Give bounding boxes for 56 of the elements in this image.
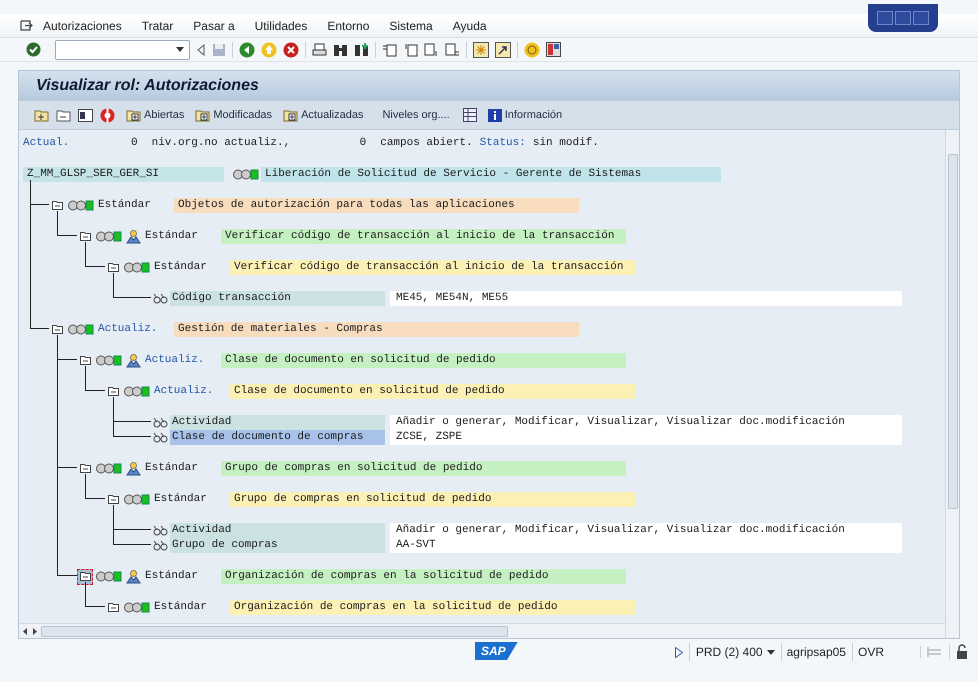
- field-value: Añadir o generar, Modificar, Visualizar, Visualizar doc.modificación: [390, 415, 902, 430]
- field-value: ME45, ME54N, ME55: [390, 291, 902, 306]
- object-description: Verificar código de transacción al inicio de la transacción: [230, 260, 635, 275]
- status-label: Status:: [480, 136, 526, 152]
- status-text: Estándar: [145, 229, 199, 244]
- object-description: Objetos de autorización para todas las aplicaciones: [174, 198, 579, 213]
- field-value: Añadir o generar, Modificar, Visualizar, Visualizar doc.modificación: [390, 523, 902, 538]
- input-mode: OVR: [852, 643, 884, 661]
- sap-logo: SAP: [475, 642, 518, 660]
- status-text: Actualiz.: [145, 353, 206, 368]
- toolbar-button[interactable]: Modificadas: [195, 106, 272, 124]
- status-text: sin modif.: [532, 136, 599, 152]
- status-text: Actualiz.: [98, 322, 158, 338]
- menu-item[interactable]: Pasar a: [193, 16, 235, 34]
- status-text: Estándar: [98, 198, 152, 214]
- status-text: Estándar: [154, 600, 208, 616]
- field-name: Actividad: [170, 415, 385, 430]
- screen-title: Visualizar rol: Autorizaciones: [36, 76, 259, 96]
- object-description: Clase de documento en solicitud de pedido: [221, 353, 626, 368]
- object-description: Clase de documento en solicitud de pedido: [230, 384, 635, 399]
- status-text: Estándar: [154, 492, 208, 508]
- count-text: 0: [131, 136, 138, 152]
- field-name: Actividad: [170, 523, 385, 538]
- field-name: Clase de documento de compras: [170, 430, 385, 445]
- menu-item[interactable]: Entorno: [327, 16, 370, 34]
- role-description: Liberación de Solicitud de Servicio - Gerente de Sistemas: [261, 167, 721, 182]
- menu-item[interactable]: Tratar: [142, 16, 174, 34]
- status-text: Actualiz.: [154, 384, 214, 400]
- toolbar-button[interactable]: Actualizadas: [283, 106, 364, 124]
- object-description: Grupo de compras en solicitud de pedido: [221, 461, 626, 476]
- toolbar-button[interactable]: Niveles org....: [382, 106, 450, 124]
- system-dropdown[interactable]: PRD (2) 400: [688, 643, 775, 661]
- field-name: Grupo de compras: [170, 538, 385, 553]
- menu-item[interactable]: Sistema: [389, 16, 433, 34]
- field-name: Código transacción: [170, 291, 385, 306]
- status-text: Estándar: [154, 260, 208, 276]
- menu-item[interactable]: Utilidades: [254, 16, 308, 34]
- count-text: 0: [360, 136, 366, 152]
- server-name: agripsap05: [780, 643, 846, 661]
- summary-label: Actual.: [23, 136, 70, 152]
- toolbar-button[interactable]: Abiertas: [126, 106, 184, 124]
- summary-text: niv.org.no actualiz.,: [152, 136, 292, 152]
- toolbar-button[interactable]: Información: [488, 106, 562, 124]
- field-value: ZCSE, ZSPE: [390, 430, 902, 445]
- menu-item[interactable]: Ayuda: [452, 16, 487, 34]
- menu-item[interactable]: Autorizaciones: [43, 16, 122, 34]
- status-text: Estándar: [145, 569, 199, 584]
- field-value: AA-SVT: [390, 538, 902, 553]
- object-description: Organización de compras en la solicitud de pedido: [221, 569, 626, 584]
- object-description: Grupo de compras en solicitud de pedido: [230, 492, 635, 507]
- object-description: Organización de compras en la solicitud de pedido: [230, 600, 635, 615]
- object-description: Gestión de materiales - Compras: [174, 322, 579, 337]
- object-description: Verificar código de transacción al inicio de la transacción: [221, 229, 626, 244]
- summary-text: campos abiert.: [380, 136, 473, 152]
- role-name: Z_MM_GLSP_SER_GER_SI: [23, 167, 224, 182]
- status-text: Estándar: [145, 461, 199, 476]
